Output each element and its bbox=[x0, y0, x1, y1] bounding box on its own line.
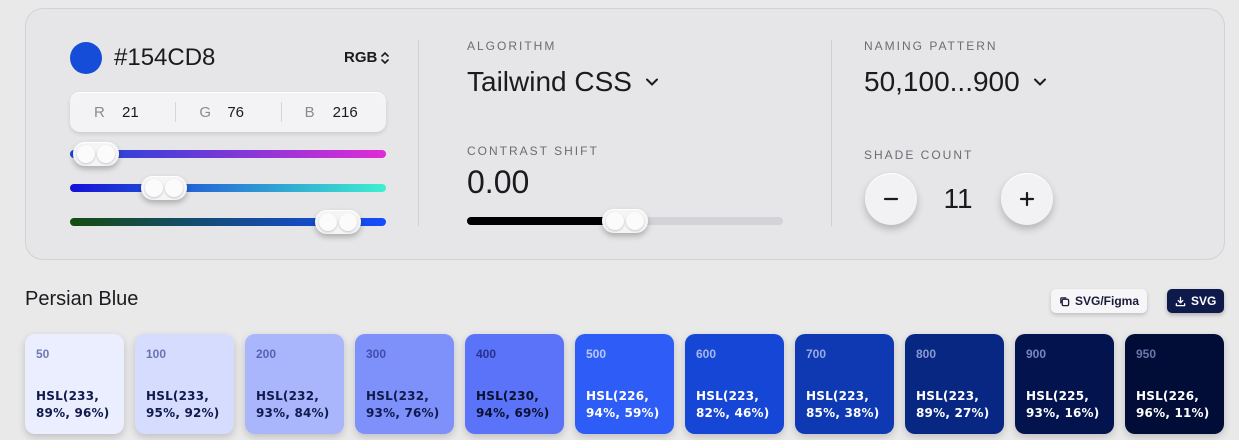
blue-field: B bbox=[280, 92, 386, 132]
minus-icon bbox=[883, 197, 899, 201]
naming-pattern-value: 50,100...900 bbox=[864, 66, 1020, 97]
shade-step-label: 800 bbox=[916, 347, 937, 361]
shade-hsl-value: HSL(223, 82%, 46%) bbox=[696, 389, 770, 420]
shade-step-label: 200 bbox=[256, 347, 277, 361]
contrast-shift-label: CONTRAST SHIFT bbox=[467, 144, 599, 158]
red-label: R bbox=[94, 103, 105, 121]
shade-swatch[interactable]: 950 HSL(226, 96%, 11%) bbox=[1125, 334, 1224, 434]
shade-hsl-value: HSL(232, 93%, 76%) bbox=[366, 389, 440, 420]
shade-hsl-value: HSL(233, 89%, 96%) bbox=[36, 389, 110, 420]
export-figma-button[interactable]: SVG/Figma bbox=[1051, 289, 1148, 313]
blue-label: B bbox=[304, 103, 315, 121]
shade-hsl-value: HSL(225, 93%, 16%) bbox=[1026, 389, 1100, 420]
color-mode-select[interactable]: RGB bbox=[344, 46, 390, 70]
column-divider bbox=[418, 40, 419, 226]
chevron-down-icon bbox=[645, 78, 658, 86]
rgb-input-group: R G B bbox=[70, 92, 386, 132]
algorithm-select[interactable]: Tailwind CSS bbox=[467, 64, 658, 100]
blue-slider-thumb[interactable] bbox=[314, 210, 361, 234]
shade-hsl-value: HSL(226, 96%, 11%) bbox=[1136, 389, 1210, 420]
export-figma-label: SVG/Figma bbox=[1075, 294, 1140, 308]
red-slider-thumb[interactable] bbox=[73, 142, 120, 166]
green-label: G bbox=[199, 103, 211, 121]
shade-hsl-value: HSL(230, 94%, 69%) bbox=[476, 389, 550, 420]
shade-swatch[interactable]: 800 HSL(223, 89%, 27%) bbox=[905, 334, 1004, 434]
shade-swatch[interactable]: 900 HSL(225, 93%, 16%) bbox=[1015, 334, 1114, 434]
shade-step-label: 500 bbox=[586, 347, 607, 361]
algorithm-label: ALGORITHM bbox=[467, 39, 557, 53]
color-mode-label: RGB bbox=[344, 49, 378, 66]
export-svg-label: SVG bbox=[1191, 294, 1217, 308]
shade-hsl-value: HSL(232, 93%, 84%) bbox=[256, 389, 330, 420]
shade-hsl-value: HSL(233, 95%, 92%) bbox=[146, 389, 220, 420]
contrast-shift-value: 0.00 bbox=[467, 164, 530, 200]
shade-swatch[interactable]: 500 HSL(226, 94%, 59%) bbox=[575, 334, 674, 434]
red-input[interactable] bbox=[122, 103, 172, 121]
shade-swatch[interactable]: 600 HSL(223, 82%, 46%) bbox=[685, 334, 784, 434]
naming-pattern-label: NAMING PATTERN bbox=[864, 39, 998, 53]
green-field: G bbox=[175, 92, 280, 132]
chevron-down-icon bbox=[1033, 78, 1046, 86]
plus-icon bbox=[1019, 191, 1035, 207]
naming-pattern-select[interactable]: 50,100...900 bbox=[864, 64, 1046, 100]
shade-step-label: 300 bbox=[366, 347, 387, 361]
copy-icon bbox=[1060, 296, 1070, 306]
green-slider-track[interactable] bbox=[70, 184, 386, 192]
shade-swatch[interactable]: 100 HSL(233, 95%, 92%) bbox=[135, 334, 234, 434]
color-swatch[interactable] bbox=[70, 42, 102, 74]
updown-chevron-icon bbox=[381, 51, 390, 65]
shade-step-label: 400 bbox=[476, 347, 497, 361]
export-svg-button[interactable]: SVG bbox=[1167, 289, 1225, 313]
column-divider bbox=[831, 40, 832, 226]
shade-swatch[interactable]: 200 HSL(232, 93%, 84%) bbox=[245, 334, 344, 434]
increase-shades-button[interactable] bbox=[1001, 173, 1053, 225]
shade-step-label: 700 bbox=[806, 347, 827, 361]
shade-swatch[interactable]: 400 HSL(230, 94%, 69%) bbox=[465, 334, 564, 434]
shade-swatch[interactable]: 700 HSL(223, 85%, 38%) bbox=[795, 334, 894, 434]
shade-step-label: 600 bbox=[696, 347, 717, 361]
shade-swatch-list: 50 HSL(233, 89%, 96%) 100 HSL(233, 95%, 92%… bbox=[25, 334, 1224, 434]
shade-hsl-value: HSL(223, 85%, 38%) bbox=[806, 389, 880, 420]
shade-step-label: 100 bbox=[146, 347, 167, 361]
palette-name: Persian Blue bbox=[25, 288, 139, 310]
shade-step-label: 900 bbox=[1026, 347, 1047, 361]
blue-input[interactable] bbox=[332, 103, 383, 121]
shade-step-label: 50 bbox=[36, 347, 50, 361]
shade-count-value: 11 bbox=[943, 183, 973, 214]
red-field: R bbox=[70, 92, 175, 132]
contrast-slider-thumb[interactable] bbox=[602, 209, 648, 233]
shade-hsl-value: HSL(226, 94%, 59%) bbox=[586, 389, 660, 420]
decrease-shades-button[interactable] bbox=[865, 173, 917, 225]
hex-value[interactable]: #154CD8 bbox=[114, 42, 215, 74]
shade-step-label: 950 bbox=[1136, 347, 1157, 361]
shade-count-label: SHADE COUNT bbox=[864, 148, 974, 162]
green-input[interactable] bbox=[227, 103, 278, 121]
download-icon bbox=[1175, 296, 1186, 306]
shade-hsl-value: HSL(223, 89%, 27%) bbox=[916, 389, 990, 420]
shade-swatch[interactable]: 50 HSL(233, 89%, 96%) bbox=[25, 334, 124, 434]
algorithm-value: Tailwind CSS bbox=[467, 66, 632, 97]
green-slider-thumb[interactable] bbox=[141, 176, 188, 200]
shade-swatch[interactable]: 300 HSL(232, 93%, 76%) bbox=[355, 334, 454, 434]
